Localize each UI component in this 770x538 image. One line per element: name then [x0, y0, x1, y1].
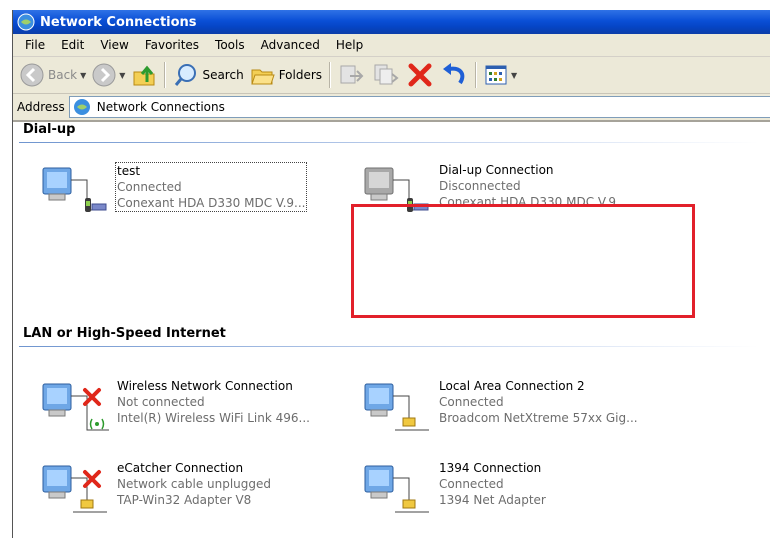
- lan-icon: [364, 383, 429, 431]
- connection-status: Connected: [439, 395, 504, 409]
- connection-name: eCatcher Connection: [117, 461, 244, 475]
- delete-x-icon: [408, 63, 432, 87]
- group-divider: [19, 142, 759, 143]
- connection-name: Wireless Network Connection: [117, 379, 293, 393]
- address-value: Network Connections: [96, 100, 225, 114]
- connection-status: Disconnected: [439, 179, 521, 193]
- menu-view[interactable]: View: [92, 38, 136, 52]
- connection-device: TAP-Win32 Adapter V8: [117, 493, 252, 507]
- connection-status: Not connected: [117, 395, 205, 409]
- up-button[interactable]: [128, 60, 160, 90]
- connections-list: Dial-up test Connected Conexant HDA D330…: [17, 120, 770, 538]
- connection-test[interactable]: test Connected Conexant HDA D330 MDC V.9…: [37, 158, 347, 220]
- menu-tools[interactable]: Tools: [207, 38, 253, 52]
- group-header-lan: LAN or High-Speed Internet: [23, 326, 226, 341]
- back-arrow-icon: [20, 63, 44, 87]
- forward-button[interactable]: ▼: [89, 60, 128, 90]
- connection-name: Dial-up Connection: [439, 163, 554, 177]
- undo-button[interactable]: [437, 60, 471, 90]
- toolbar: Back ▼ ▼ Search Folders ▼: [13, 57, 770, 94]
- address-bar: Address Network Connections: [13, 94, 770, 122]
- search-button[interactable]: Search: [170, 60, 246, 90]
- copy-to-icon: [374, 64, 399, 85]
- search-icon: [175, 64, 197, 86]
- connection-text: eCatcher Connection Network cable unplug…: [117, 460, 271, 508]
- explorer-window: Network Connections File Edit View Favor…: [12, 10, 770, 538]
- connection-name: test: [117, 164, 141, 178]
- address-field[interactable]: Network Connections: [68, 96, 770, 118]
- forward-arrow-icon: [92, 63, 116, 87]
- move-to-button[interactable]: [335, 60, 369, 90]
- folders-button[interactable]: Folders: [247, 60, 325, 90]
- connection-device: Intel(R) Wireless WiFi Link 496...: [117, 411, 310, 425]
- views-dropdown-icon[interactable]: ▼: [511, 71, 517, 80]
- toolbar-separator: [329, 62, 332, 88]
- views-button[interactable]: ▼: [481, 60, 520, 90]
- back-dropdown-icon[interactable]: ▼: [80, 71, 86, 80]
- move-to-icon: [340, 65, 364, 84]
- menu-advanced[interactable]: Advanced: [253, 38, 328, 52]
- search-label: Search: [202, 68, 244, 82]
- network-connections-icon: [73, 99, 90, 115]
- back-button[interactable]: Back ▼: [17, 60, 89, 90]
- highlight-box: [351, 204, 695, 318]
- group-header-dial-up: Dial-up: [23, 122, 76, 137]
- toolbar-separator: [164, 62, 167, 88]
- folders-icon: [250, 69, 275, 85]
- window-title: Network Connections: [40, 14, 197, 30]
- connection-text: 1394 Connection Connected 1394 Net Adapt…: [439, 460, 546, 508]
- connection-text: Local Area Connection 2 Connected Broadc…: [439, 378, 638, 426]
- undo-icon: [443, 63, 465, 85]
- connection-device: 1394 Net Adapter: [439, 493, 546, 507]
- connection-device: Broadcom NetXtreme 57xx Gig...: [439, 411, 638, 425]
- menu-edit[interactable]: Edit: [53, 38, 92, 52]
- back-label: Back: [48, 68, 78, 82]
- connection-status: Connected: [117, 180, 182, 194]
- menu-favorites[interactable]: Favorites: [137, 38, 207, 52]
- delete-button[interactable]: [403, 60, 437, 90]
- lan-icon: [364, 465, 429, 513]
- connection-device: Conexant HDA D330 MDC V.9...: [117, 196, 306, 210]
- menu-bar: File Edit View Favorites Tools Advanced …: [13, 34, 770, 57]
- toolbar-separator: [475, 62, 478, 88]
- connection-wireless[interactable]: Wireless Network Connection Not connecte…: [37, 374, 347, 436]
- title-bar[interactable]: Network Connections: [13, 10, 770, 34]
- folder-up-icon: [133, 65, 155, 86]
- copy-to-button[interactable]: [369, 60, 403, 90]
- connection-1394[interactable]: 1394 Connection Connected 1394 Net Adapt…: [359, 456, 669, 518]
- folders-label: Folders: [278, 68, 323, 82]
- connection-status: Connected: [439, 477, 504, 491]
- lan-unplugged-icon: [42, 465, 107, 513]
- connection-ecatcher[interactable]: eCatcher Connection Network cable unplug…: [37, 456, 347, 518]
- menu-file[interactable]: File: [17, 38, 53, 52]
- connection-local-area-2[interactable]: Local Area Connection 2 Connected Broadc…: [359, 374, 669, 436]
- connection-text: test Connected Conexant HDA D330 MDC V.9…: [115, 162, 308, 212]
- connection-name: Local Area Connection 2: [439, 379, 585, 393]
- connection-status: Network cable unplugged: [117, 477, 272, 491]
- group-divider: [19, 346, 759, 347]
- wireless-disconnected-icon: [42, 383, 109, 431]
- menu-help[interactable]: Help: [328, 38, 371, 52]
- connection-text: Wireless Network Connection Not connecte…: [117, 378, 310, 426]
- dialup-icon: [42, 167, 107, 212]
- address-label: Address: [17, 100, 65, 114]
- network-connections-icon: [17, 13, 35, 31]
- connection-name: 1394 Connection: [439, 461, 542, 475]
- forward-dropdown-icon[interactable]: ▼: [119, 71, 125, 80]
- views-grid-icon: [485, 65, 507, 85]
- connection-text: Dial-up Connection Disconnected Conexant…: [439, 162, 627, 210]
